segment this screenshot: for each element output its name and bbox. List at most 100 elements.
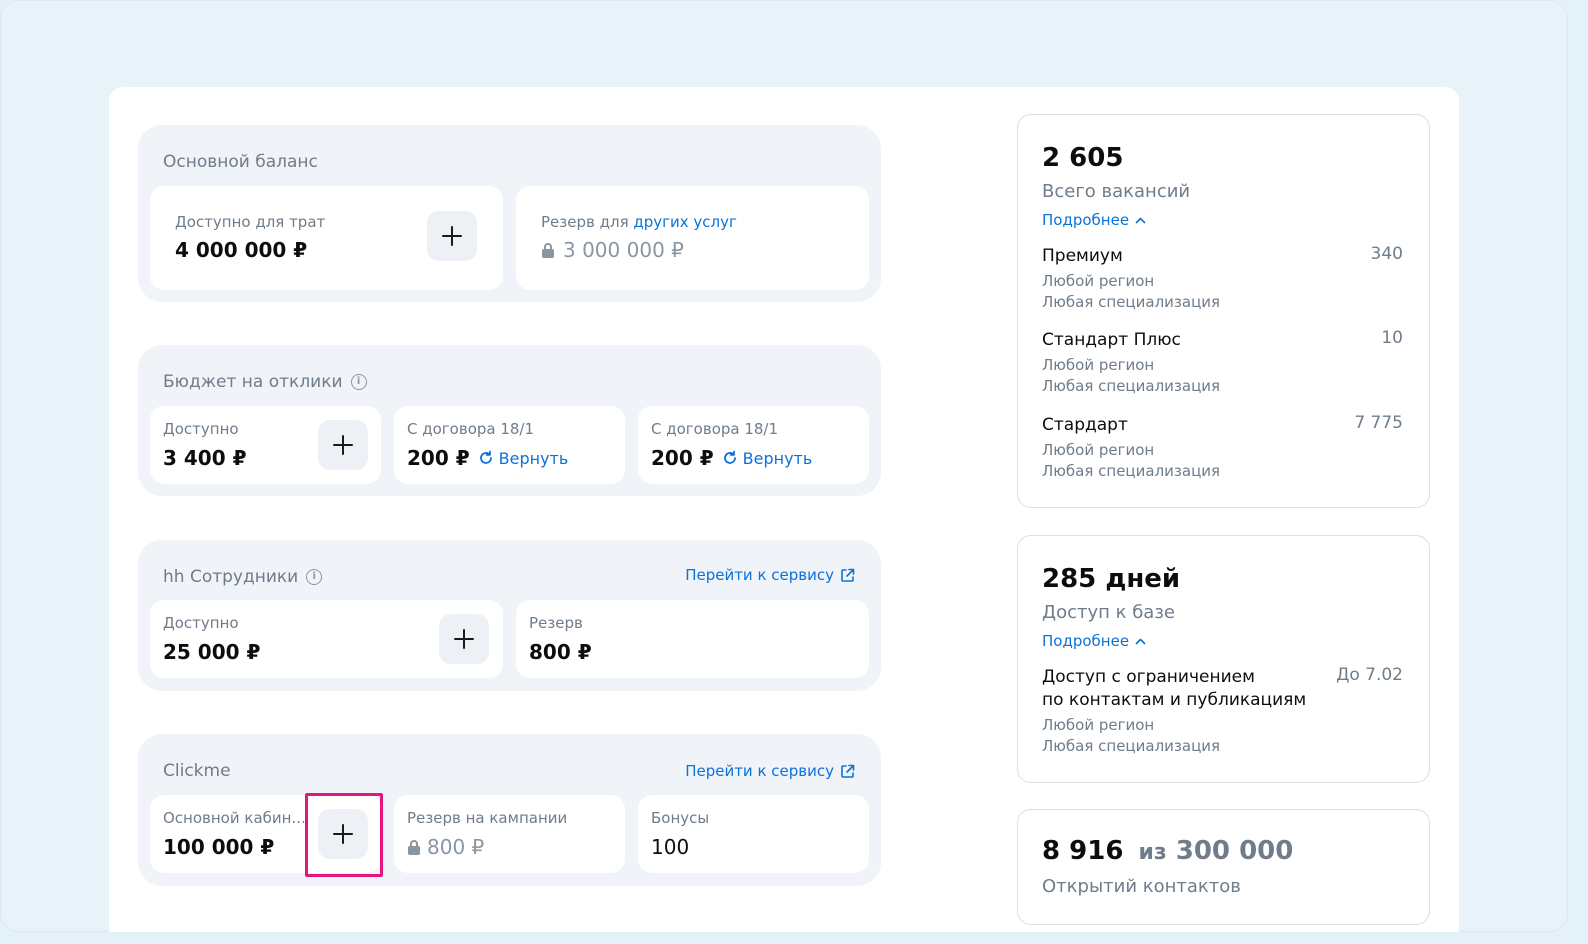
service-link-label: Перейти к сервису [685,762,834,780]
campaign-reserve-value: 800 ₽ [427,835,485,859]
hh-available-label: Доступно [163,614,239,632]
chevron-up-icon [1135,638,1146,645]
clickme-title: Clickme [163,761,231,781]
clickme-title-text: Clickme [163,761,231,781]
more-label: Подробнее [1042,632,1130,650]
available-spend-value: 4 000 000 ₽ [175,238,308,262]
clickme-campaign-reserve-tile: Резерв на кампании 800 ₽ [394,795,625,873]
base-access-card: 285 дней Доступ к базе Подробнее Доступ … [1017,535,1430,783]
access-name-line2: по контактам и публикациям [1042,690,1307,710]
hh-employees-service-link[interactable]: Перейти к сервису [685,566,855,584]
access-spec: Любая специализация [1042,737,1221,755]
hh-employees-group: hh Сотрудники i Перейти к сервису Доступ… [138,540,881,691]
access-region: Любой регион [1042,716,1155,734]
vacancies-more-link[interactable]: Подробнее [1042,211,1146,229]
hh-available-value: 25 000 ₽ [163,640,261,664]
campaign-reserve-label: Резерв на кампании [407,809,568,827]
highlight-box [305,793,383,877]
top-up-main-balance-button[interactable] [427,211,477,261]
refund-label: Вернуть [742,448,813,468]
main-balance-group: Основной баланс Доступно для трат 4 000 … [138,125,881,302]
hh-reserve-value: 800 ₽ [529,640,592,664]
contacts-of-label: из [1138,840,1167,865]
contract-value-row: 200 ₽ Вернуть [407,446,568,470]
plus-icon [454,629,474,649]
info-icon[interactable]: i [350,374,367,390]
contract-tile-1: С договора 18/1 200 ₽ Вернуть [394,406,625,484]
vacancy-spec: Любая специализация [1042,377,1221,395]
refresh-icon [479,450,492,464]
main-balance-title: Основной баланс [163,152,318,172]
contract-value: 200 ₽ [407,446,470,470]
responses-budget-group: Бюджет на отклики i Доступно 3 400 ₽ С д… [138,345,881,496]
clickme-bonus-tile: Бонусы 100 [638,795,869,873]
vacancy-region: Любой регион [1042,441,1155,459]
clickme-cabinet-value: 100 000 ₽ [163,835,275,859]
vacancy-region: Любой регион [1042,356,1155,374]
contacts-total-row: 8 916 из 300 000 [1042,836,1293,866]
reserve-value: 3 000 000 ₽ [563,238,684,262]
clickme-service-link[interactable]: Перейти к сервису [685,762,855,780]
reserve-value-row: 3 000 000 ₽ [541,238,684,262]
contract-value: 200 ₽ [651,446,714,470]
external-link-icon [841,764,855,778]
available-spend-label: Доступно для трат [175,213,326,231]
hh-employees-title: hh Сотрудники i [163,567,323,587]
responses-available-label: Доступно [163,420,239,438]
hh-reserve-tile: Резерв 800 ₽ [516,600,869,678]
lock-icon [542,243,554,258]
access-name-line1: Доступ с ограничением [1042,667,1255,687]
hh-reserve-label: Резерв [529,614,583,632]
contacts-subtitle: Открытий контактов [1042,876,1241,897]
base-access-total: 285 дней [1042,564,1181,594]
lock-icon [408,840,420,855]
reserve-label-prefix: Резерв для [541,213,629,231]
base-access-subtitle: Доступ к базе [1042,602,1175,623]
contacts-card: 8 916 из 300 000 Открытий контактов [1017,809,1430,925]
bonus-value: 100 [651,835,690,859]
info-icon[interactable]: i [306,569,323,585]
access-until: До 7.02 [1336,665,1403,685]
reserve-other-services-tile: Резерв для других услуг 3 000 000 ₽ [516,186,869,290]
external-link-icon [841,568,855,582]
top-up-hh-button[interactable] [439,614,489,664]
contract-label: С договора 18/1 [407,420,535,438]
clickme-cabinet-label: Основной кабин... [163,809,306,827]
main-balance-title-text: Основной баланс [163,152,318,172]
base-access-more-link[interactable]: Подробнее [1042,632,1146,650]
responses-available-tile: Доступно 3 400 ₽ [150,406,381,484]
responses-budget-title-text: Бюджет на отклики [163,372,343,392]
vacancy-count: 7 775 [1354,413,1403,433]
vacancy-count: 10 [1381,328,1403,348]
contacts-opened: 8 916 [1042,836,1124,866]
responses-available-value: 3 400 ₽ [163,446,247,470]
vacancy-name: Стардарт [1042,415,1128,435]
available-spend-tile: Доступно для трат 4 000 000 ₽ [150,186,503,290]
hh-employees-title-text: hh Сотрудники [163,567,299,587]
vacancies-total: 2 605 [1042,143,1124,173]
plus-icon [442,226,462,246]
vacancy-spec: Любая специализация [1042,462,1221,480]
contract-label: С договора 18/1 [651,420,779,438]
reserve-label: Резерв для других услуг [541,213,737,231]
vacancy-region: Любой регион [1042,272,1155,290]
bonus-label: Бонусы [651,809,710,827]
vacancies-subtitle: Всего вакансий [1042,181,1191,202]
refresh-icon [723,450,736,464]
plus-icon [333,435,353,455]
hh-available-tile: Доступно 25 000 ₽ [150,600,503,678]
vacancy-spec: Любая специализация [1042,293,1221,311]
campaign-reserve-value-row: 800 ₽ [407,835,484,859]
vacancy-name: Премиум [1042,246,1123,266]
more-label: Подробнее [1042,211,1130,229]
vacancy-count: 340 [1370,244,1403,264]
clickme-group: Clickme Перейти к сервису Основной кабин… [138,734,881,886]
responses-budget-title: Бюджет на отклики i [163,372,367,392]
other-services-link[interactable]: других услуг [633,213,737,231]
contract-tile-2: С договора 18/1 200 ₽ Вернуть [638,406,869,484]
top-up-responses-button[interactable] [318,420,368,470]
refund-button[interactable]: Вернуть [722,448,813,468]
vacancy-name: Стандарт Плюс [1042,330,1181,350]
contract-value-row: 200 ₽ Вернуть [651,446,812,470]
refund-button[interactable]: Вернуть [478,449,568,468]
